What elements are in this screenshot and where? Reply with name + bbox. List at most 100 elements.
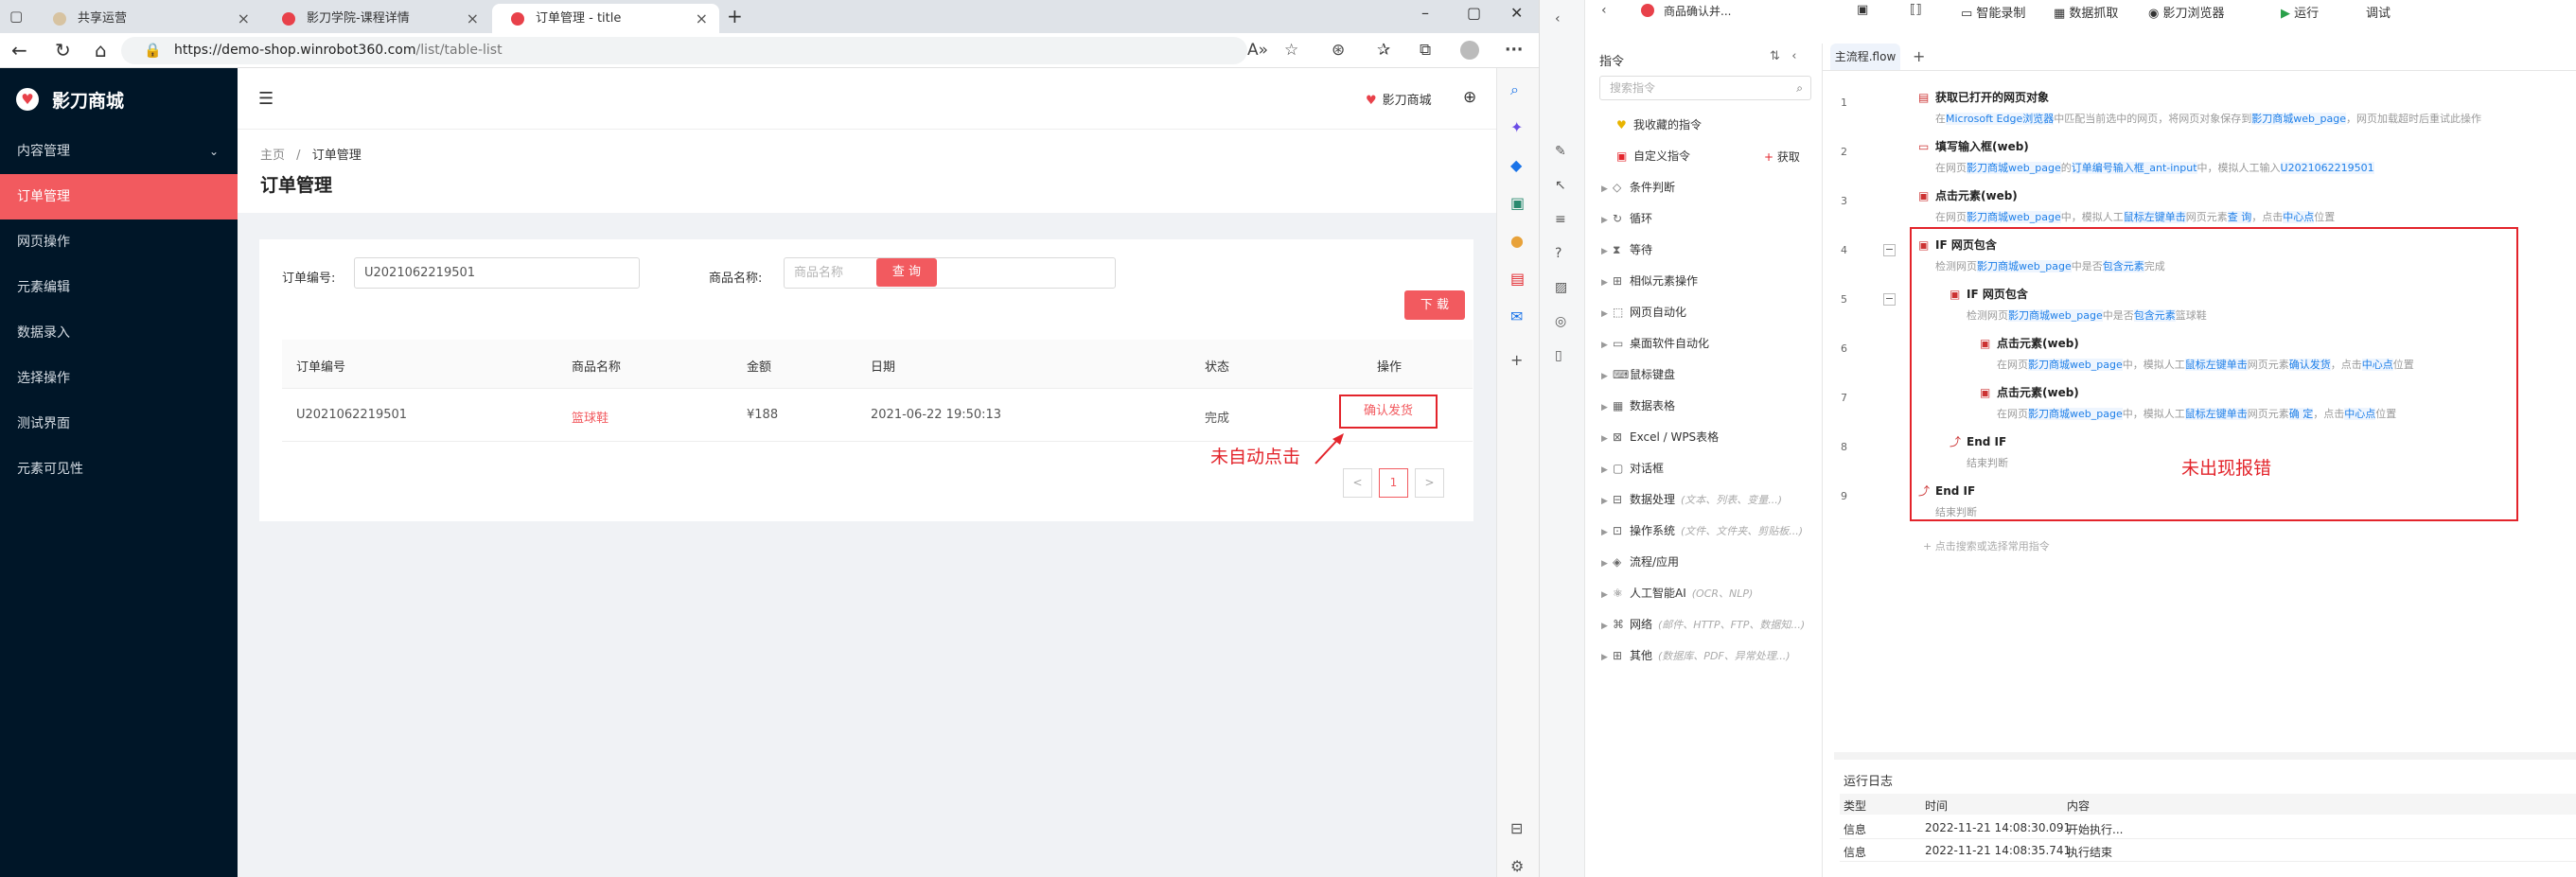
search-button[interactable]: 查 询 [876, 258, 937, 287]
menu-element-visibility[interactable]: 元素可见性 [0, 447, 238, 492]
capture-button[interactable]: ▦ 数据抓取 [2054, 3, 2118, 21]
tab-actions-icon[interactable]: ▢ [9, 8, 23, 25]
command-category[interactable]: ▶ ⊞ 相似元素操作 [1601, 272, 1698, 289]
debug-button[interactable]: 调试 [2366, 3, 2391, 21]
toolbox-icon[interactable]: ▣ [1510, 195, 1525, 212]
read-aloud-icon[interactable]: A» [1247, 41, 1268, 60]
add-flow-tab-icon[interactable]: + [1913, 47, 1925, 65]
run-button[interactable]: ▶ 运行 [2281, 3, 2319, 21]
help-icon[interactable]: ? [1555, 246, 1561, 261]
book-icon[interactable]: ▯ [1555, 348, 1562, 363]
menu-data-entry[interactable]: 数据录入 [0, 310, 238, 356]
command-category[interactable]: ▶ ⌘ 网络 (邮件、HTTP、FTP、数据知...) [1601, 616, 1805, 632]
settings-gear-icon[interactable]: ⚙ [1510, 858, 1524, 875]
tab-close-icon[interactable]: × [467, 4, 479, 33]
outlook-icon[interactable]: ✉ [1510, 308, 1523, 325]
menu-content-management[interactable]: 内容管理 ⌄ [0, 129, 238, 174]
menu-web-operation[interactable]: 网页操作 [0, 219, 238, 265]
add-icon[interactable]: + [1510, 352, 1523, 369]
url-input[interactable]: 🔒 https://demo-shop.winrobot360.com/list… [121, 37, 1247, 64]
download-button[interactable]: 下 载 [1404, 290, 1465, 320]
menu-order-management[interactable]: 订单管理 [0, 174, 238, 219]
command-category[interactable]: ▶ ▢ 对话框 [1601, 460, 1664, 476]
profile-avatar[interactable] [1460, 41, 1479, 60]
pen-icon[interactable]: ✎ [1555, 144, 1566, 159]
close-window-icon[interactable]: ✕ [1510, 4, 1523, 22]
back-icon[interactable]: ‹ [1601, 3, 1607, 18]
browser-button[interactable]: ◉ 影刀浏览器 [2148, 3, 2225, 21]
home-icon[interactable]: ⌂ [95, 40, 107, 61]
command-category[interactable]: ▶ ▭ 桌面软件自动化 [1601, 335, 1709, 351]
command-category[interactable]: ▶ ◈ 流程/应用 [1601, 553, 1679, 570]
tab-close-icon[interactable]: × [238, 4, 250, 33]
command-category[interactable]: ▶ ▦ 数据表格 [1601, 397, 1675, 413]
command-category[interactable]: ▶ ⧗ 等待 [1601, 241, 1652, 257]
command-search-input[interactable]: 搜索指令 ⌕ [1599, 76, 1811, 100]
prev-page-button[interactable]: < [1343, 468, 1372, 498]
tab-close-icon[interactable]: × [696, 4, 708, 33]
command-category[interactable]: ▶ ⊟ 数据处理 (文本、列表、变量...) [1601, 491, 1782, 507]
menu-element-edit[interactable]: 元素编辑 [0, 265, 238, 310]
tab-course-detail[interactable]: 影刀学院-课程详情 × [263, 4, 490, 33]
new-tab-icon[interactable]: + [727, 5, 743, 27]
tab-order-management[interactable]: 订单管理 - title × [492, 4, 719, 33]
order-number-input[interactable]: U2021062219501 [354, 257, 640, 289]
collapse-toggle-icon[interactable]: − [1883, 244, 1896, 256]
flow-step[interactable]: ▣ 点击元素(web) 在网页影刀商城web_page中，模拟人工鼠标左键单击网页元… [1918, 187, 2335, 224]
sidebar-toggle-icon[interactable]: ⊟ [1510, 820, 1523, 837]
collapse-toggle-icon[interactable]: − [1883, 293, 1896, 306]
command-category[interactable]: ▶ ⬚ 网页自动化 [1601, 304, 1686, 320]
flow-step[interactable]: ▤ 获取已打开的网页对象 在Microsoft Edge浏览器中匹配当前选中的网页，… [1918, 89, 2481, 126]
step-text: 中，模拟人工 [2060, 211, 2124, 223]
confirm-shipment-button[interactable]: 确认发货 [1339, 395, 1438, 429]
command-category[interactable]: ▶ ◇ 条件判断 [1601, 179, 1675, 195]
panel-sort-icon[interactable]: ⇅ ‹ [1770, 49, 1797, 63]
tab-main-flow[interactable]: 主流程.flow [1830, 44, 1900, 70]
add-command-hint[interactable]: + 点击搜索或选择常用指令 [1923, 538, 2050, 553]
office-icon[interactable]: ▤ [1510, 271, 1525, 288]
command-category[interactable]: ▶ ⌨鼠标键盘 [1601, 366, 1675, 382]
save-icon[interactable]: ▣ [1857, 3, 1868, 17]
command-category[interactable]: ▶ ⊡ 操作系统 (文件、文件夹、剪贴板...) [1601, 522, 1803, 538]
shopping-icon[interactable]: ◆ [1510, 157, 1522, 174]
variables-icon[interactable]: ⟦⟧ [1910, 3, 1922, 17]
copilot-icon[interactable]: ✦ [1510, 119, 1523, 136]
page-1-button[interactable]: 1 [1379, 468, 1408, 498]
record-button[interactable]: ▭ 智能录制 [1961, 3, 2025, 21]
flow-step[interactable]: ▭ 填写输入框(web) 在网页影刀商城web_page的订单编号输入框_ant-i… [1918, 138, 2374, 175]
next-page-button[interactable]: > [1415, 468, 1444, 498]
location-icon[interactable]: ◎ [1555, 314, 1566, 329]
language-globe-icon[interactable]: ⊕ [1463, 88, 1476, 107]
search-icon[interactable]: ⌕ [1510, 81, 1519, 98]
pointer-icon[interactable]: ↖ [1555, 178, 1566, 193]
more-menu-icon[interactable]: ··· [1505, 41, 1523, 60]
collections-icon[interactable]: ⧉ [1420, 41, 1431, 60]
favorites-icon[interactable]: ✰ [1377, 41, 1390, 60]
command-category[interactable]: ▶ ⊞ 其他 (数据库、PDF、异常处理...) [1601, 647, 1791, 663]
fetch-button[interactable]: + 获取 [1764, 149, 1800, 165]
command-category[interactable]: ♥ 我收藏的指令 [1605, 116, 1702, 132]
minimize-icon[interactable]: – [1421, 4, 1429, 22]
product-name-input[interactable]: 商品名称 [784, 257, 1116, 289]
tab-shared-ops[interactable]: 共享运营 × [34, 4, 261, 33]
menu-test-interface[interactable]: 测试界面 [0, 401, 238, 447]
back-icon[interactable]: ‹ [1555, 11, 1561, 26]
project-name[interactable]: 商品确认并... [1664, 3, 1731, 19]
breadcrumb-home[interactable]: 主页 [260, 149, 285, 163]
games-icon[interactable]: ● [1510, 233, 1524, 250]
list-icon[interactable]: ≡ [1555, 212, 1566, 227]
command-category[interactable]: ▶ ⊠ Excel / WPS表格 [1601, 429, 1719, 445]
reload-icon[interactable]: ↻ [55, 40, 71, 61]
command-category[interactable]: ▶ ⚛ 人工智能AI (OCR、NLP) [1601, 585, 1753, 601]
back-icon[interactable]: ← [11, 40, 27, 61]
command-category[interactable]: ▣ 自定义指令 [1605, 148, 1690, 164]
command-category[interactable]: ▶ ↻ 循环 [1601, 210, 1652, 226]
cell-product-link[interactable]: 篮球鞋 [572, 408, 609, 426]
menu-fold-icon[interactable]: ☰ [258, 89, 273, 109]
maximize-icon[interactable]: ▢ [1467, 4, 1481, 22]
menu-select-operation[interactable]: 选择操作 [0, 356, 238, 401]
extension-icon[interactable]: ⊛ [1332, 41, 1345, 60]
image-icon[interactable]: ▨ [1555, 280, 1567, 295]
favorite-add-icon[interactable]: ☆ [1284, 41, 1298, 60]
shop-link[interactable]: ♥ 影刀商城 [1366, 90, 1432, 108]
